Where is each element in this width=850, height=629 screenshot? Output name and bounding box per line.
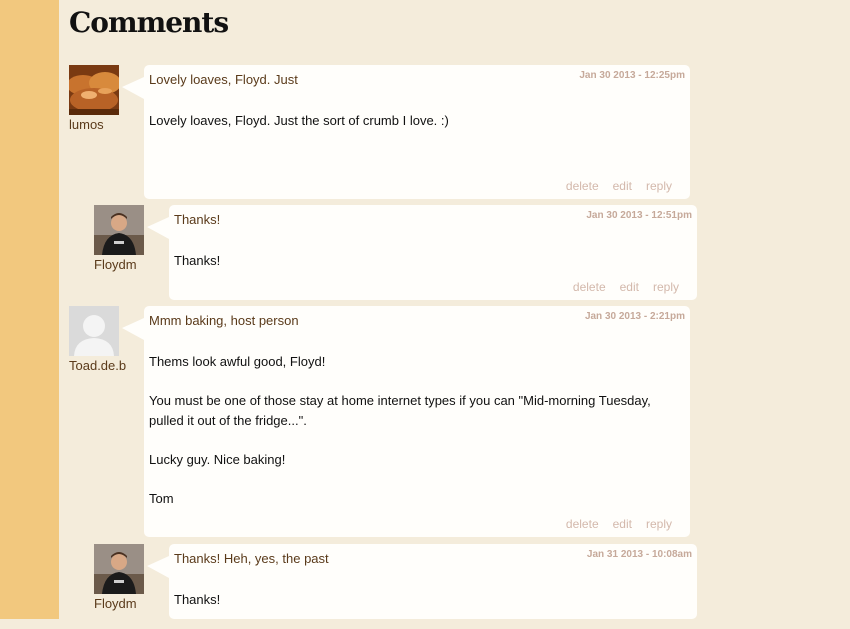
comment-paragraph: Lovely loaves, Floyd. Just the sort of c… (149, 113, 449, 128)
comment-links: delete edit reply (552, 517, 672, 531)
delete-link[interactable]: delete (566, 179, 599, 193)
comment-paragraph: You must be one of those stay at home in… (149, 393, 651, 428)
comment-subject[interactable]: Thanks! Heh, yes, the past (174, 551, 329, 566)
left-sidebar-strip (0, 0, 59, 619)
avatar[interactable] (69, 306, 119, 356)
comment-paragraph: Thanks! (174, 592, 221, 607)
comment-paragraph: Thems look awful good, Floyd! (149, 354, 326, 369)
comment-bubble: Thanks! Heh, yes, the past Jan 31 2013 -… (147, 544, 697, 619)
edit-link[interactable]: edit (613, 517, 632, 531)
comment-body: Lovely loaves, Floyd. Just the sort of c… (149, 111, 680, 150)
comment-links: delete edit reply (559, 280, 679, 294)
page-title: Comments (69, 6, 229, 39)
comment-date: Jan 30 2013 - 12:51pm (586, 210, 692, 221)
comment-body: Thems look awful good, Floyd! You must b… (149, 352, 680, 528)
comment-paragraph: Thanks! (174, 253, 221, 268)
reply-link[interactable]: reply (646, 179, 672, 193)
comment-paragraph: Lucky guy. Nice baking! (149, 451, 286, 467)
comments-section: Comments lumos Lovely loaves, Floyd. Jus… (59, 0, 850, 619)
comment-date: Jan 30 2013 - 12:25pm (579, 70, 685, 81)
bread-photo-icon (69, 65, 119, 115)
delete-link[interactable]: delete (573, 280, 606, 294)
comment-bubble: Mmm baking, host person Jan 30 2013 - 2:… (122, 306, 690, 537)
comment-subject[interactable]: Thanks! (174, 212, 220, 227)
comment-date: Jan 30 2013 - 2:21pm (584, 311, 685, 322)
comment-bubble: Thanks! Jan 30 2013 - 12:51pm Thanks! de… (147, 205, 697, 300)
avatar[interactable] (94, 205, 144, 255)
edit-link[interactable]: edit (613, 179, 632, 193)
comment-body: Thanks! (174, 590, 687, 629)
comment-author[interactable]: Toad.de.b (69, 358, 126, 373)
comment-paragraph: Tom (149, 490, 174, 506)
comment-author[interactable]: lumos (69, 117, 104, 132)
avatar[interactable] (69, 65, 119, 115)
comment-bubble: Lovely loaves, Floyd. Just Jan 30 2013 -… (122, 65, 690, 199)
comment-author[interactable]: Floydm (94, 257, 137, 272)
user-photo-icon (94, 205, 144, 255)
comment-subject[interactable]: Mmm baking, host person (149, 313, 299, 328)
comment-author[interactable]: Floydm (94, 596, 137, 611)
reply-link[interactable]: reply (646, 517, 672, 531)
reply-link[interactable]: reply (653, 280, 679, 294)
comment-date: Jan 31 2013 - 10:08am (586, 549, 692, 560)
user-photo-icon (94, 544, 144, 594)
comment-links: delete edit reply (552, 179, 672, 193)
avatar[interactable] (94, 544, 144, 594)
delete-link[interactable]: delete (566, 517, 599, 531)
edit-link[interactable]: edit (620, 280, 639, 294)
comment-subject[interactable]: Lovely loaves, Floyd. Just (149, 72, 298, 87)
default-user-silhouette-icon (69, 306, 119, 356)
